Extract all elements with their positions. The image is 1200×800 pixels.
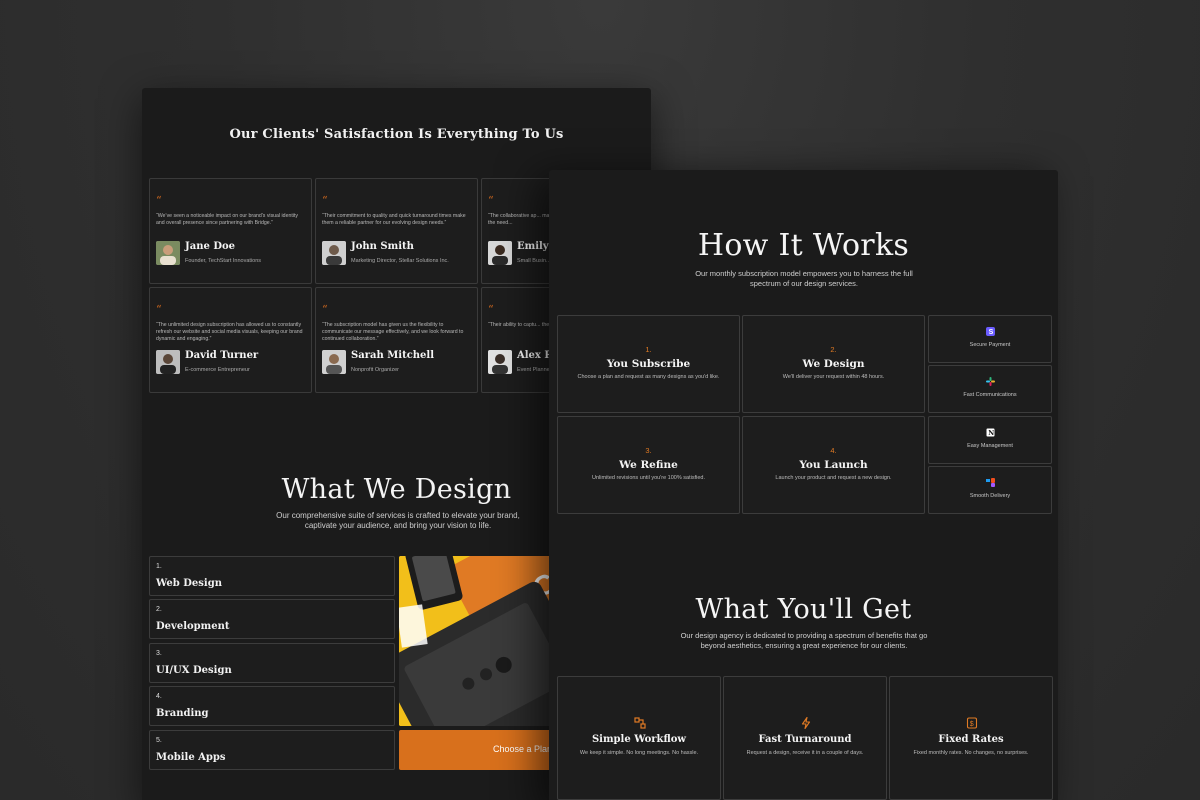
testimonial-text: “The unlimited design subscription has a… (156, 322, 303, 342)
quote-icon: “ (488, 303, 494, 316)
service-number: 5. (156, 737, 162, 744)
testimonial-role: E-commerce Entrepreneur (185, 367, 250, 373)
testimonial-name: David Turner (185, 350, 259, 361)
testimonial-text: “We’ve seen a noticeable impact on our b… (156, 213, 298, 226)
service-label: UI/UX Design (156, 665, 232, 676)
testimonial-card: “ “The subscription model has given us t… (315, 287, 478, 393)
step-card-launch: 4. You Launch Launch your product and re… (742, 416, 925, 514)
benefit-description: We keep it simple. No long meetings. No … (579, 750, 699, 756)
feature-label: Easy Management (967, 443, 1013, 449)
feature-label: Secure Payment (969, 342, 1011, 348)
avatar (322, 241, 346, 265)
feature-label: Smooth Delivery (969, 493, 1011, 499)
what-youll-get-title: What You'll Get (695, 594, 912, 625)
testimonial-role: Founder, TechStart Innovations (185, 258, 262, 264)
testimonial-name: Emily (517, 241, 549, 252)
slack-icon (986, 377, 995, 386)
testimonial-card: “ “We’ve seen a noticeable impact on our… (149, 178, 312, 284)
testimonial-name: Jane Doe (185, 241, 236, 252)
step-card-subscribe: 1. You Subscribe Choose a plan and reque… (557, 315, 740, 413)
testimonial-name: John Smith (351, 241, 414, 252)
how-it-works-subtitle: Our monthly subscription model empowers … (695, 269, 913, 288)
design-section-subtitle: Our comprehensive suite of services is c… (276, 511, 520, 530)
svg-text:N: N (988, 429, 994, 437)
testimonial-role: Nonprofit Organizer (351, 367, 399, 373)
figma-icon (986, 478, 995, 487)
avatar (322, 350, 346, 374)
testimonial-name: Sarah Mitchell (351, 350, 435, 361)
quote-icon: “ (156, 303, 162, 316)
quote-icon: “ (488, 194, 494, 207)
feature-secure-payment: S Secure Payment (928, 315, 1052, 363)
testimonial-card: “ “Their commitment to quality and quick… (315, 178, 478, 284)
benefit-card-fast-turnaround: Fast Turnaround Request a design, receiv… (723, 676, 887, 800)
service-number: 1. (156, 563, 162, 570)
step-number: 4. (830, 446, 837, 455)
service-number: 4. (156, 693, 162, 700)
testimonials-title: Our Clients' Satisfaction Is Everything … (229, 127, 564, 142)
workflow-icon (634, 717, 646, 729)
benefit-title: Fast Turnaround (758, 734, 852, 745)
step-card-refine: 3. We Refine Unlimited revisions until y… (557, 416, 740, 514)
service-item-ui-ux-design[interactable]: 3. UI/UX Design (149, 643, 395, 683)
step-number: 1. (645, 345, 652, 354)
testimonial-role: Small Busin... (517, 258, 551, 264)
dollar-icon: $ (966, 717, 978, 729)
quote-icon: “ (322, 194, 328, 207)
step-number: 2. (830, 345, 837, 354)
what-youll-get-subtitle: Our design agency is dedicated to provid… (680, 631, 928, 650)
step-description: Choose a plan and request as many design… (577, 374, 720, 380)
step-card-design: 2. We Design We'll deliver your request … (742, 315, 925, 413)
step-description: Launch your product and request a new de… (775, 475, 892, 481)
avatar (156, 350, 180, 374)
step-description: We'll deliver your request within 48 hou… (782, 374, 885, 380)
step-description: Unlimited revisions until you're 100% sa… (592, 475, 705, 481)
avatar (156, 241, 180, 265)
service-item-branding[interactable]: 4. Branding (149, 686, 395, 726)
service-label: Mobile Apps (156, 752, 226, 763)
stripe-icon: S (986, 327, 995, 336)
testimonial-card: “ “The unlimited design subscription has… (149, 287, 312, 393)
landing-page-right: How It Works Our monthly subscription mo… (549, 170, 1058, 800)
service-label: Branding (156, 708, 209, 719)
lightning-icon (801, 717, 811, 729)
service-number: 2. (156, 606, 162, 613)
testimonial-role: Marketing Director, Stellar Solutions In… (351, 258, 449, 264)
feature-label: Fast Communications (963, 392, 1017, 398)
avatar (488, 350, 512, 374)
service-item-web-design[interactable]: 1. Web Design (149, 556, 395, 596)
step-title: You Subscribe (606, 358, 691, 370)
notion-icon: N (986, 428, 995, 437)
benefit-title: Fixed Rates (938, 734, 1004, 745)
testimonial-text: “Their commitment to quality and quick t… (322, 213, 466, 226)
benefit-card-fixed-rates: $ Fixed Rates Fixed monthly rates. No ch… (889, 676, 1053, 800)
benefit-card-simple-workflow: Simple Workflow We keep it simple. No lo… (557, 676, 721, 800)
feature-fast-communications: Fast Communications (928, 365, 1052, 413)
svg-text:$: $ (970, 721, 974, 728)
service-number: 3. (156, 650, 162, 657)
benefit-description: Request a design, receive it in a couple… (746, 750, 864, 756)
step-number: 3. (645, 446, 652, 455)
benefit-description: Fixed monthly rates. No changes, no surp… (913, 750, 1029, 756)
how-it-works-title: How It Works (697, 228, 910, 263)
step-title: We Refine (619, 459, 678, 471)
choose-plan-label: Choose a Plan (493, 744, 553, 754)
step-title: We Design (802, 358, 865, 370)
service-item-mobile-apps[interactable]: 5. Mobile Apps (149, 730, 395, 770)
quote-icon: “ (156, 194, 162, 207)
quote-icon: “ (322, 303, 328, 316)
benefit-title: Simple Workflow (591, 734, 687, 745)
service-item-development[interactable]: 2. Development (149, 599, 395, 639)
testimonial-name: Alex R (517, 350, 553, 361)
feature-smooth-delivery: Smooth Delivery (928, 466, 1052, 514)
step-title: You Launch (799, 459, 868, 471)
avatar (488, 241, 512, 265)
service-label: Development (156, 621, 230, 632)
testimonial-text: “The subscription model has given us the… (322, 322, 464, 342)
svg-text:S: S (989, 329, 994, 336)
feature-easy-management: N Easy Management (928, 416, 1052, 464)
service-label: Web Design (156, 578, 222, 589)
